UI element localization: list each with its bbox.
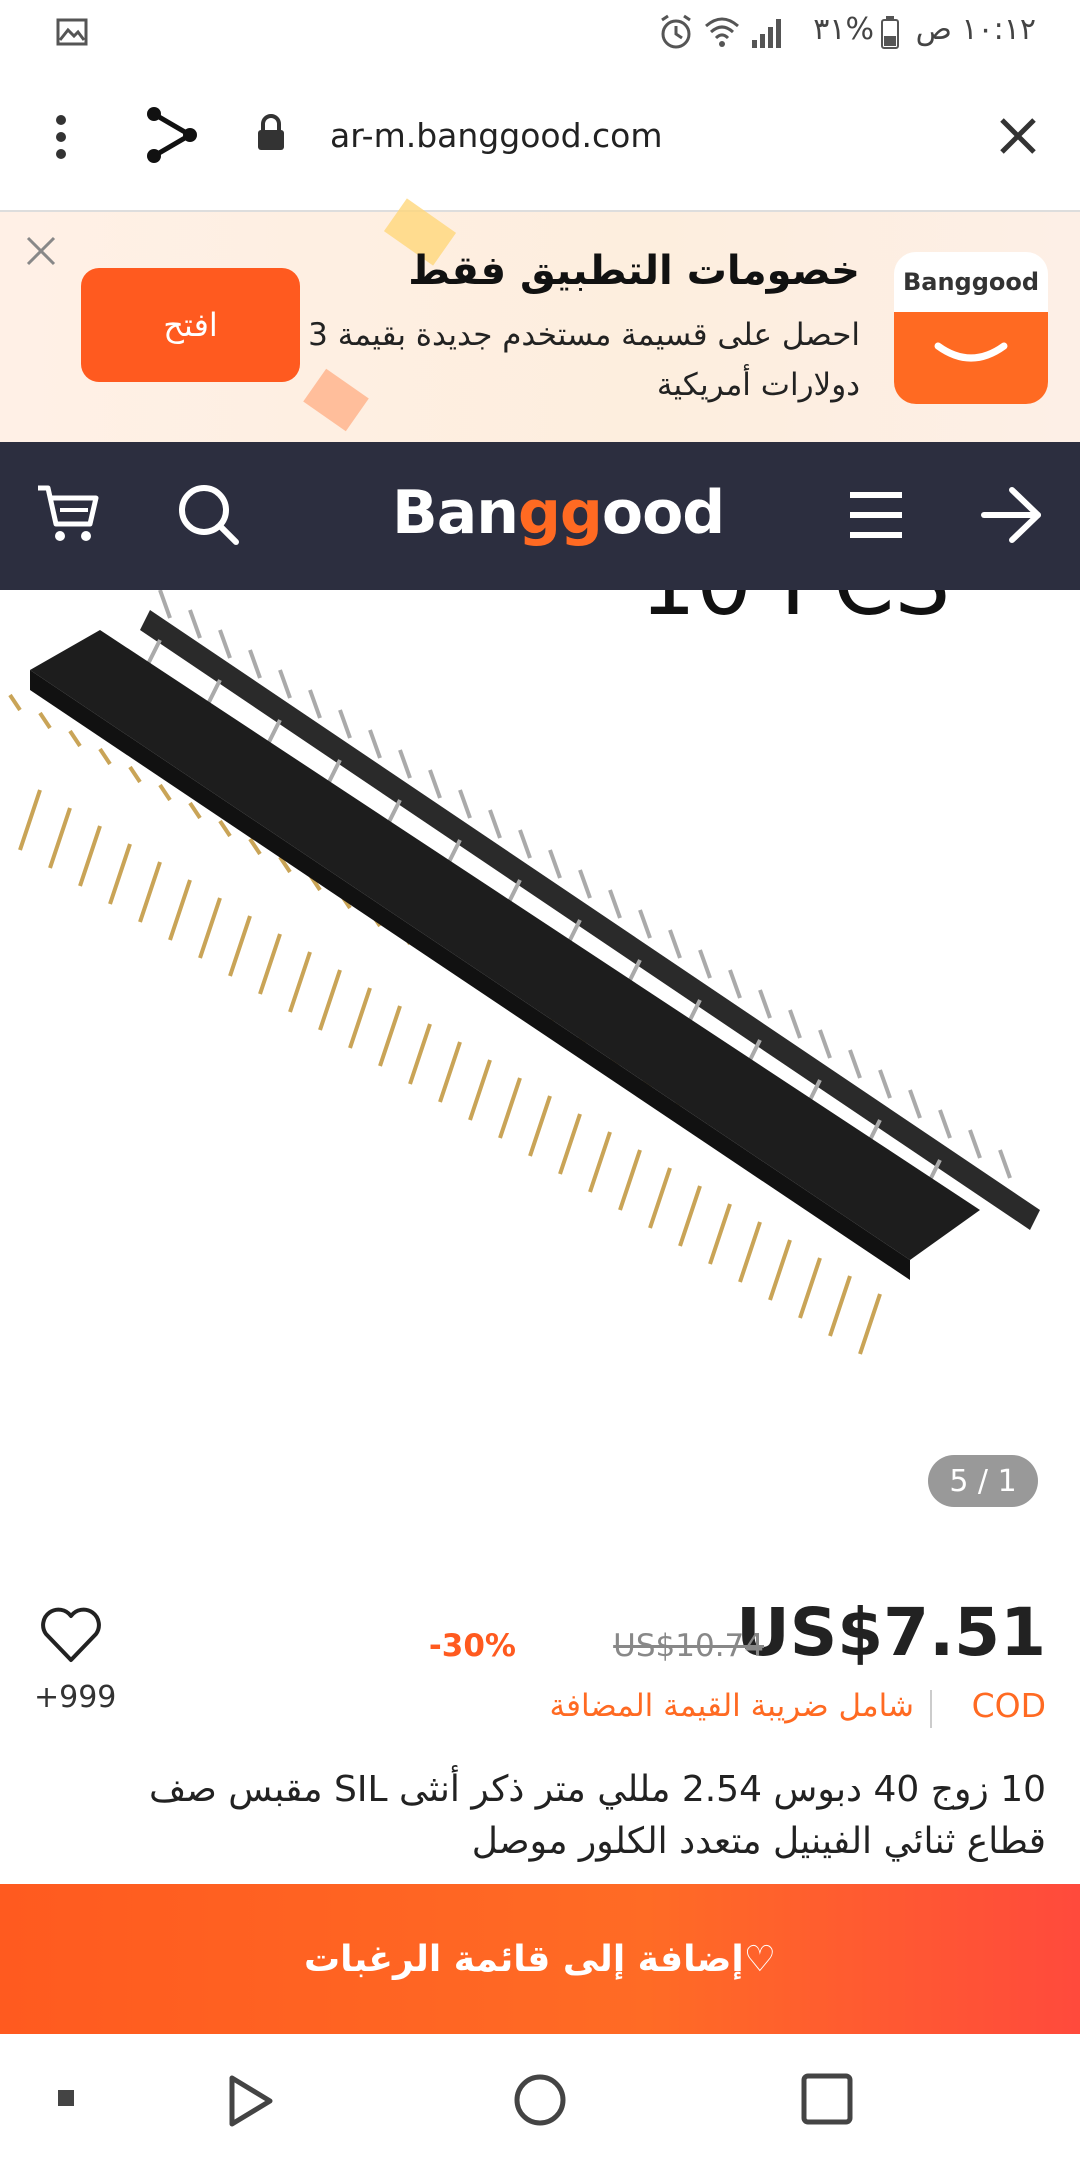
wifi-icon (705, 17, 739, 47)
current-price: US$7.51 (736, 1594, 1046, 1671)
lock-icon (258, 114, 284, 150)
status-bar: ١٠:١٢ ص %٣١ (0, 0, 1080, 66)
cart-icon[interactable] (36, 482, 100, 546)
promo-title: خصومات التطبيق فقط (408, 248, 860, 294)
wishlist-heart-icon[interactable] (40, 1606, 102, 1664)
nav-home-icon[interactable] (512, 2072, 568, 2128)
alarm-icon (661, 14, 691, 49)
divider (930, 1690, 932, 1728)
banggood-app-logo: Banggood (894, 252, 1048, 404)
add-to-wishlist-button[interactable]: ♡إضافة إلى قائمة الرغبات (0, 1884, 1080, 2034)
nav-recents-icon[interactable] (800, 2072, 854, 2126)
brand-logo[interactable]: Banggood (392, 478, 725, 548)
status-time: ١٠:١٢ ص (915, 12, 1036, 47)
close-icon[interactable] (998, 116, 1038, 156)
battery-percent: %٣١ (813, 12, 874, 47)
nav-play-icon[interactable] (226, 2074, 276, 2128)
product-image[interactable]: 10 PCS (0, 590, 1080, 1560)
share-icon[interactable] (144, 106, 200, 164)
original-price: US$10.74 (613, 1628, 764, 1664)
promo-subtitle: احصل على قسيمة مستخدم جديدة بقيمة 3 دولا… (308, 317, 860, 403)
signal-icon (752, 19, 781, 48)
overlay-text: 10 PCS (640, 590, 950, 635)
url-text[interactable]: ar-m.banggood.com (330, 116, 663, 155)
app-promo-banner: افتح خصومات التطبيق فقط احصل على قسيمة م… (0, 198, 1080, 442)
open-app-button[interactable]: افتح (81, 268, 300, 382)
discount-badge: 30%- (428, 1628, 516, 1664)
wishlist-count: +999 (34, 1680, 117, 1715)
system-navigation-bar (0, 2034, 1080, 2160)
arrow-forward-icon[interactable] (980, 486, 1044, 544)
search-icon[interactable] (176, 482, 240, 546)
pin-header-illustration: 10 PCS (8, 590, 1040, 1355)
site-header: Banggood (0, 442, 1080, 590)
battery-icon (881, 16, 899, 49)
logo-text: Banggood (902, 268, 1040, 296)
gallery-counter: 5 / 1 (928, 1455, 1038, 1507)
cod-label: COD (971, 1686, 1046, 1725)
product-title: 10 زوج 40 دبوس 2.54 مللي متر ذكر أنثى SI… (149, 1769, 1046, 1862)
nav-dot-icon[interactable] (58, 2090, 74, 2106)
browser-url-bar: ar-m.banggood.com (0, 66, 1080, 212)
tax-note: شامل ضريبة القيمة المضافة (549, 1688, 914, 1724)
image-icon (56, 18, 88, 46)
hamburger-icon[interactable] (848, 490, 904, 540)
logo-smile (894, 312, 1048, 404)
menu-dots-icon[interactable] (52, 112, 70, 162)
banner-close-icon[interactable] (24, 234, 58, 268)
